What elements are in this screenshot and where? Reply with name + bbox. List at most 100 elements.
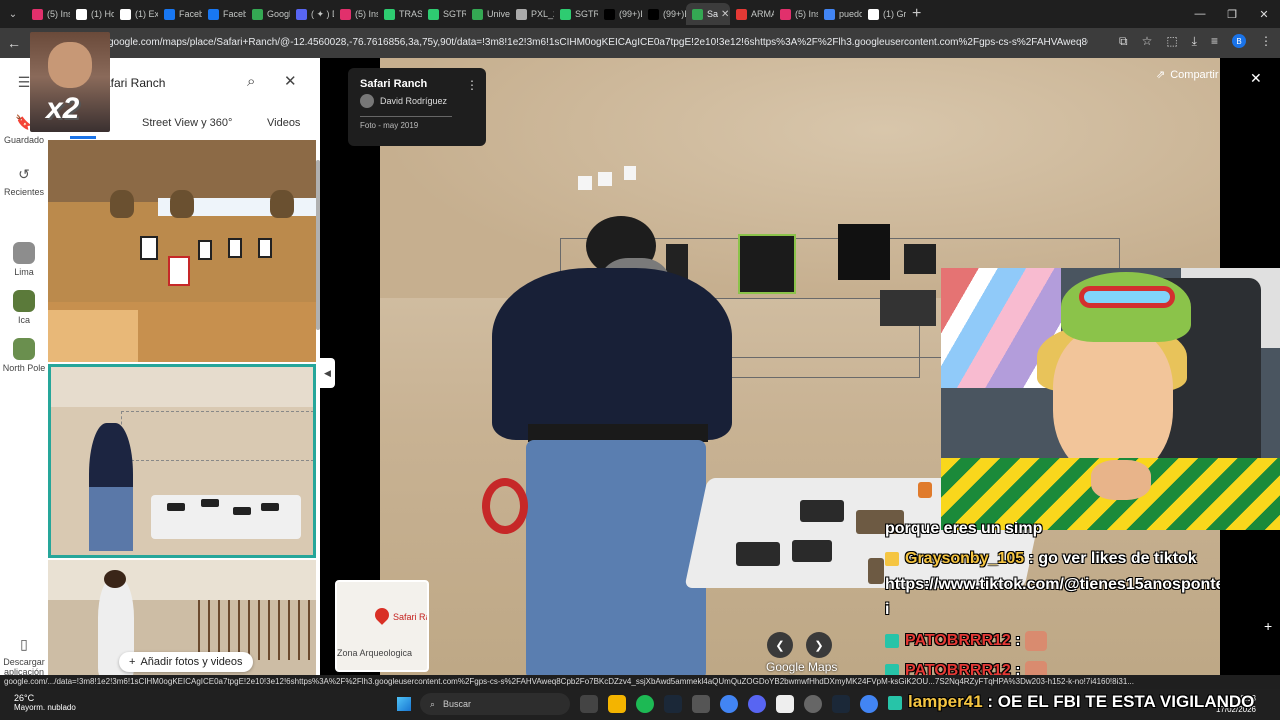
- tab-favicon-icon: [120, 8, 131, 20]
- more-options-icon[interactable]: ⋮: [466, 78, 478, 92]
- bookmark-star-icon[interactable]: ☆: [1142, 34, 1153, 49]
- tab-favicon-icon: [824, 8, 835, 20]
- close-icon[interactable]: ✕: [284, 72, 297, 90]
- stream-chat: porque eres un simp Graysonby_105 : go v…: [883, 522, 1220, 675]
- taskbar-search[interactable]: ⌕ Buscar: [420, 693, 570, 715]
- chrome-icon[interactable]: [720, 695, 738, 713]
- media-icon[interactable]: ≡: [1211, 34, 1218, 49]
- app-icon[interactable]: [804, 695, 822, 713]
- browser-tab[interactable]: puedo: [818, 3, 862, 25]
- app-icon[interactable]: [692, 695, 710, 713]
- search-icon[interactable]: ⌕: [247, 73, 255, 90]
- tab-label: Sa: [707, 9, 719, 19]
- browser-tab[interactable]: ( ✦ ) D: [290, 3, 334, 25]
- browser-tab[interactable]: (99+)L: [598, 3, 642, 25]
- tab-label: (5) Ins: [795, 9, 818, 19]
- zoom-in-button[interactable]: +: [1264, 618, 1272, 634]
- history-icon: ↺: [18, 166, 30, 182]
- minimize-icon[interactable]: —: [1184, 0, 1216, 28]
- share-button[interactable]: ⇗ Compartir: [1156, 68, 1219, 82]
- photo-thumbnail-trophy-room[interactable]: [48, 140, 316, 362]
- browser-tab[interactable]: TRASH: [378, 3, 422, 25]
- close-tab-icon[interactable]: ✕: [721, 9, 729, 20]
- browser-tab[interactable]: (5) Inst: [26, 3, 70, 25]
- photo-author[interactable]: David Rodríguez: [380, 96, 447, 106]
- browser-tab[interactable]: Univer: [466, 3, 510, 25]
- browser-tab[interactable]: Sa ✕: [686, 3, 730, 25]
- collapse-panel-button[interactable]: ◀: [320, 358, 335, 388]
- close-window-icon[interactable]: ✕: [1248, 0, 1280, 28]
- browser-tab[interactable]: (1) Ho: [70, 3, 114, 25]
- minimap-place-label: Safari Ra: [393, 612, 429, 622]
- new-tab-button[interactable]: +: [912, 5, 921, 23]
- browser-tab[interactable]: SGTRA: [554, 3, 598, 25]
- chat-message: porque eres un simp: [885, 522, 1043, 537]
- rail-item-recent[interactable]: ↺ Recientes: [0, 164, 48, 197]
- tab-favicon-icon: [780, 8, 791, 20]
- tab-label: puedo: [839, 9, 862, 19]
- tab-search-button[interactable]: ⌄: [0, 0, 26, 28]
- browser-tab[interactable]: (1) Gro: [862, 3, 906, 25]
- browser-tab[interactable]: Googl: [246, 3, 290, 25]
- next-photo-button[interactable]: ❯: [806, 632, 832, 658]
- add-photos-button[interactable]: + Añadir fotos y videos: [119, 652, 253, 672]
- photo-thumbnail-shooting-range-selected[interactable]: [48, 364, 316, 558]
- spotify-icon[interactable]: [636, 695, 654, 713]
- install-app-icon[interactable]: ⧉: [1119, 34, 1128, 49]
- tab-street-view[interactable]: Street View y 360°: [142, 117, 232, 129]
- window-controls: — ❐ ✕: [1184, 0, 1280, 28]
- tab-favicon-icon: [76, 8, 87, 20]
- tab-label: Faceb: [179, 9, 202, 19]
- url-field[interactable]: google.com/maps/place/Safari+Ranch/@-12.…: [108, 34, 1088, 52]
- browser-tab[interactable]: Faceb: [202, 3, 246, 25]
- browser-tab[interactable]: PXL_20: [510, 3, 554, 25]
- toolbar-icons: ⧉ ☆ ⬚ ⤓ ≡ B ⋮: [1119, 34, 1272, 49]
- chrome-icon[interactable]: [860, 695, 878, 713]
- browser-tab[interactable]: (99+)E: [642, 3, 686, 25]
- tab-favicon-icon: [560, 8, 571, 20]
- tab-videos[interactable]: Videos: [267, 117, 300, 129]
- avatar[interactable]: [360, 94, 374, 108]
- tab-label: PXL_20: [531, 9, 554, 19]
- close-viewer-icon[interactable]: ✕: [1250, 70, 1262, 87]
- weather-widget[interactable]: 26°C Mayorm. nublado: [14, 693, 76, 713]
- tab-label: (1) Exp: [135, 9, 158, 19]
- browser-tab[interactable]: ARMA: [730, 3, 774, 25]
- download-icon: ▯: [20, 636, 28, 652]
- side-panel-scrollbar[interactable]: [316, 160, 320, 330]
- browser-tab[interactable]: SGTRA: [422, 3, 466, 25]
- browser-tab[interactable]: (1) Exp: [114, 3, 158, 25]
- windows-start-icon[interactable]: [397, 697, 411, 711]
- downloads-icon[interactable]: ⤓: [1192, 34, 1197, 49]
- tab-label: ( ✦ ) D: [311, 8, 334, 19]
- rail-item-lima[interactable]: Lima: [0, 242, 48, 277]
- steam-icon[interactable]: [664, 695, 682, 713]
- extensions-icon[interactable]: ⬚: [1166, 34, 1177, 49]
- chat-message: lamper41 : OE EL FBI TE ESTA VIGILANDO: [888, 692, 1254, 712]
- restore-icon[interactable]: ❐: [1216, 0, 1248, 28]
- tab-favicon-icon: [164, 8, 175, 20]
- notepad-icon[interactable]: [776, 695, 794, 713]
- rail-item-ica[interactable]: Ica: [0, 290, 48, 325]
- tab-favicon-icon: [868, 8, 879, 20]
- minimap[interactable]: Safari Ra Zona Arqueologica: [335, 580, 429, 672]
- profile-avatar[interactable]: B: [1232, 34, 1246, 48]
- tab-favicon-icon: [296, 8, 307, 20]
- tab-label: SGTRA: [443, 9, 466, 19]
- rail-item-download-app[interactable]: ▯ Descargar aplicación: [0, 634, 48, 677]
- steam-icon[interactable]: [832, 695, 850, 713]
- browser-tab[interactable]: (5) Ins: [774, 3, 818, 25]
- chat-message: Graysonby_105 : go ver likes de tiktok: [885, 550, 1197, 568]
- browser-menu-icon[interactable]: ⋮: [1260, 34, 1272, 49]
- discord-icon[interactable]: [748, 695, 766, 713]
- search-input[interactable]: afari Ranch: [104, 76, 165, 90]
- previous-photo-button[interactable]: ❮: [767, 632, 793, 658]
- browser-tab[interactable]: (5) Ins: [334, 3, 378, 25]
- browser-tab[interactable]: Faceb: [158, 3, 202, 25]
- chat-badge-icon: [885, 664, 899, 675]
- tab-label: SGTRA: [575, 9, 598, 19]
- task-view-icon[interactable]: [580, 695, 598, 713]
- rail-item-north-pole[interactable]: North Pole: [0, 338, 48, 373]
- back-icon[interactable]: ←: [0, 35, 28, 51]
- file-explorer-icon[interactable]: [608, 695, 626, 713]
